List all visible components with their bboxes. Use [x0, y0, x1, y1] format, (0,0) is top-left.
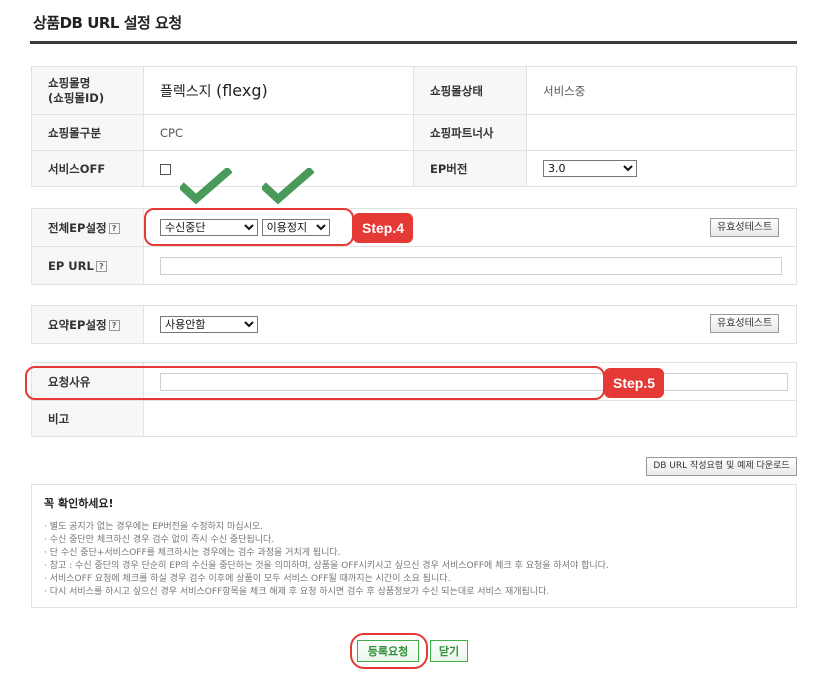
notice-line: · 다시 서비스를 하시고 싶으신 경우 서비스OFF항목을 체크 해제 후 요…: [44, 587, 550, 597]
register-highlight: [350, 633, 428, 669]
step4-highlight: [144, 208, 354, 246]
summary-ep-label-text: 요약EP설정: [48, 317, 107, 332]
summary-ep-select[interactable]: 사용안함: [160, 316, 258, 333]
ep-version-label: EP버전: [413, 150, 527, 187]
service-off-checkbox[interactable]: [160, 163, 171, 175]
close-button[interactable]: 닫기: [430, 640, 468, 662]
summary-ep-label: 요약EP설정?: [31, 305, 144, 344]
notice-line: · 수신 중단만 체크하신 경우 검수 없이 즉시 수신 중단됩니다.: [44, 535, 275, 545]
ep-url-input[interactable]: [160, 256, 782, 275]
help-icon[interactable]: ?: [95, 260, 107, 272]
shop-name-text: 플렉스지: [160, 83, 212, 100]
step4-badge: Step.4: [353, 213, 414, 243]
page-title: 상품DB URL 설정 요청: [33, 14, 182, 32]
summary-ep-table: 요약EP설정? 사용안함: [31, 305, 797, 344]
ep-url-label-text: EP URL: [48, 258, 94, 273]
help-icon[interactable]: ?: [108, 222, 120, 234]
shop-id-text: (flexg): [215, 80, 268, 100]
notice-title: 꼭 확인하세요!: [44, 497, 114, 510]
step5-badge: Step.5: [604, 368, 665, 398]
full-ep-label-text: 전체EP설정: [48, 220, 107, 235]
full-ep-validate-button[interactable]: 유효성테스트: [710, 218, 780, 237]
summary-ep-cell: 사용안함: [143, 305, 797, 344]
ep-version-cell: 3.0: [526, 150, 797, 187]
notice-box: 꼭 확인하세요! · 별도 공지가 없는 경우에는 EP버전을 수정하지 마십시…: [31, 484, 797, 608]
shop-name-value: 플렉스지 (flexg): [143, 66, 414, 115]
shop-info-table: 쇼핑몰명 (쇼핑몰ID) 플렉스지 (flexg) 쇼핑몰상태 서비스중 쇼핑몰…: [31, 66, 797, 187]
service-off-label: 서비스OFF: [31, 150, 144, 187]
ep-url-label: EP URL?: [31, 246, 144, 285]
shop-type-value: CPC: [143, 114, 414, 151]
shop-type-label: 쇼핑몰구분: [31, 114, 144, 151]
shop-status-label: 쇼핑몰상태: [413, 66, 527, 115]
title-divider: [30, 41, 797, 44]
note-label: 비고: [31, 400, 144, 437]
guide-download-button[interactable]: DB URL 작성요령 및 예제 다운로드: [646, 457, 797, 476]
check-mark-icon: [262, 168, 314, 204]
notice-line: · 서비스OFF 요청에 체크를 하실 경우 검수 이후에 상품이 모두 서비스…: [44, 574, 451, 584]
partner-value: [526, 114, 797, 151]
summary-ep-validate-button[interactable]: 유효성테스트: [710, 314, 780, 333]
help-icon[interactable]: ?: [108, 319, 120, 331]
ep-url-cell: [143, 246, 797, 285]
note-cell: [143, 400, 797, 437]
notice-line: · 참고 : 수신 중단의 경우 단순히 EP의 수신을 중단하는 것을 의미하…: [44, 561, 609, 571]
shop-status-value: 서비스중: [526, 66, 797, 115]
full-ep-label: 전체EP설정?: [31, 208, 144, 247]
step5-highlight: [25, 366, 605, 400]
shop-name-label: 쇼핑몰명 (쇼핑몰ID): [31, 66, 144, 115]
ep-version-select[interactable]: 3.0: [543, 160, 637, 177]
notice-line: · 별도 공지가 없는 경우에는 EP버전을 수정하지 마십시오.: [44, 522, 264, 532]
check-mark-icon: [180, 168, 232, 204]
notice-line: · 단 수신 중단+서비스OFF를 체크하시는 경우에는 검수 과정을 거치게 …: [44, 548, 341, 558]
partner-label: 쇼핑파트너사: [413, 114, 527, 151]
